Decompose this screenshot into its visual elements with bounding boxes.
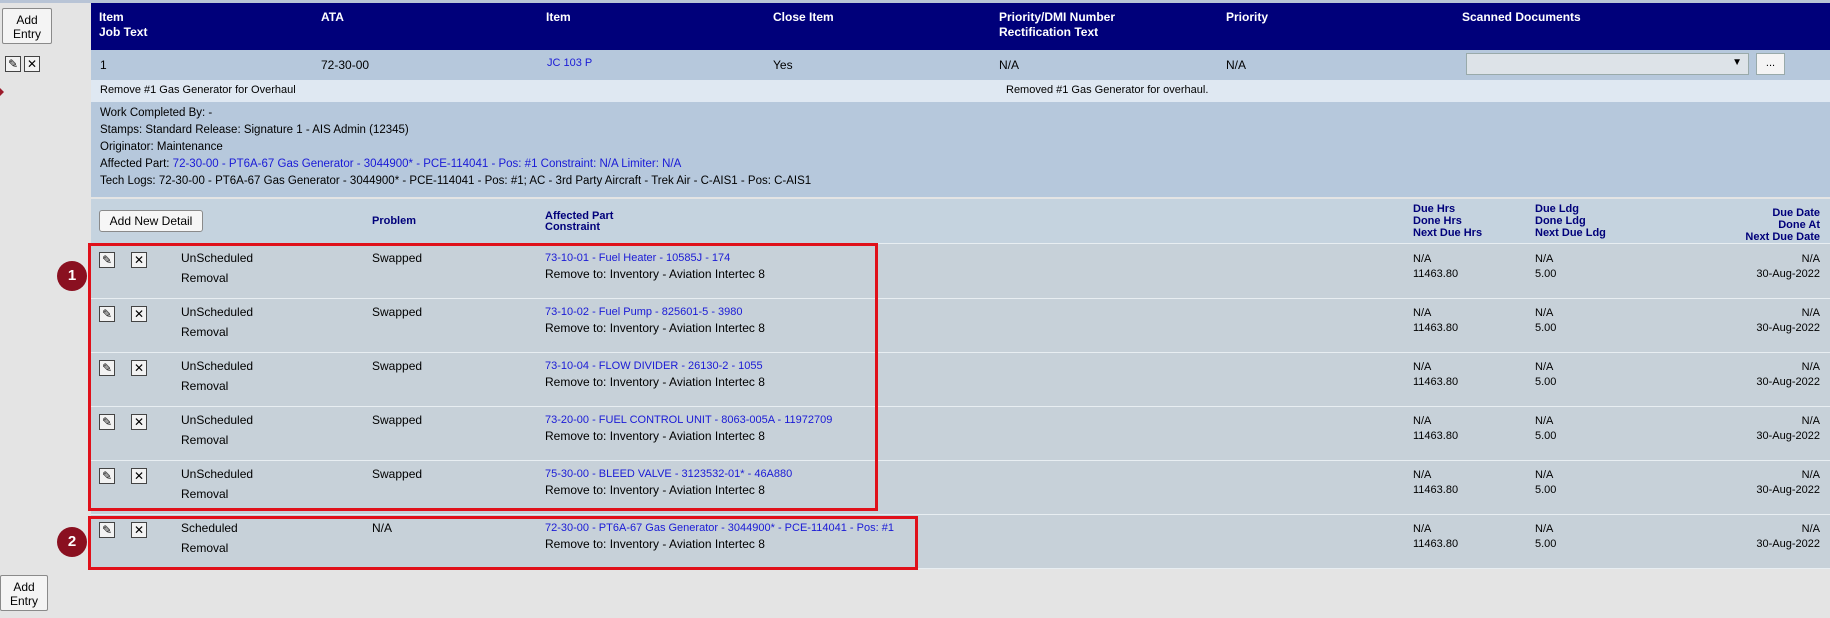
detail-header-done-at: Done At: [1778, 219, 1820, 231]
detail-due-date: N/A: [1801, 523, 1820, 535]
detail-due-date: N/A: [1801, 307, 1820, 319]
detail-due-hrs: N/A: [1413, 523, 1432, 535]
detail-done-hrs: 11463.80: [1413, 484, 1459, 496]
detail-due-date: N/A: [1801, 253, 1820, 265]
scanned-documents-select[interactable]: ▼: [1466, 53, 1749, 75]
item-close-item: Yes: [773, 58, 793, 72]
detail-header-done-hrs: Done Hrs: [1413, 215, 1462, 227]
item-priority-dmi: N/A: [999, 58, 1020, 72]
detail-due-ldg: N/A: [1535, 307, 1554, 319]
job-text: Remove #1 Gas Generator for Overhaul: [100, 84, 296, 96]
detail-due-hrs: N/A: [1413, 415, 1432, 427]
add-entry-button-top[interactable]: Add Entry: [2, 8, 52, 44]
detail-done-hrs: 11463.80: [1413, 430, 1459, 442]
detail-done-ldg: 5.00: [1535, 538, 1557, 550]
header-job-text: Job Text: [99, 25, 148, 39]
detail-due-ldg: N/A: [1535, 469, 1554, 481]
detail-header-due-ldg: Due Ldg: [1535, 203, 1579, 215]
more-button[interactable]: ...: [1756, 53, 1785, 75]
item-priority: N/A: [1226, 58, 1247, 72]
header-rectification: Rectification Text: [999, 25, 1099, 39]
detail-done-hrs: 11463.80: [1413, 376, 1459, 388]
stamps: Stamps: Standard Release: Signature 1 - …: [100, 124, 409, 136]
annotation-badge-1: 1: [57, 261, 87, 291]
detail-done-ldg: 5.00: [1535, 430, 1557, 442]
header-close-item: Close Item: [773, 10, 834, 24]
detail-due-ldg: N/A: [1535, 361, 1554, 373]
detail-due-ldg: N/A: [1535, 253, 1554, 265]
header-scanned-docs: Scanned Documents: [1462, 10, 1581, 24]
work-completed: Work Completed By: -: [100, 107, 213, 119]
detail-due-ldg: N/A: [1535, 415, 1554, 427]
detail-due-date: N/A: [1801, 361, 1820, 373]
add-entry-button-bottom[interactable]: Add Entry: [0, 575, 48, 611]
detail-header-next-due-hrs: Next Due Hrs: [1413, 227, 1483, 239]
highlight-box-1: [88, 243, 878, 511]
detail-due-hrs: N/A: [1413, 253, 1432, 265]
detail-done-ldg: 5.00: [1535, 484, 1557, 496]
table-header: Item Job Text ATA Item Close Item Priori…: [91, 3, 1830, 50]
detail-header-due-date: Due Date: [1772, 207, 1820, 219]
detail-header: Add New Detail Problem Affected Part Con…: [91, 199, 1830, 244]
highlight-box-2: [88, 516, 918, 570]
detail-due-hrs: N/A: [1413, 469, 1432, 481]
detail-due-ldg: N/A: [1535, 523, 1554, 535]
affected-part-link[interactable]: 72-30-00 - PT6A-67 Gas Generator - 30449…: [173, 158, 682, 170]
detail-done-at: 30-Aug-2022: [1756, 376, 1820, 388]
affected-part: Affected Part: 72-30-00 - PT6A-67 Gas Ge…: [100, 156, 681, 173]
annotation-badge-2: 2: [57, 527, 87, 557]
chevron-down-icon: ▼: [1732, 57, 1742, 68]
originator: Originator: Maintenance: [100, 141, 223, 153]
detail-done-at: 30-Aug-2022: [1756, 430, 1820, 442]
edit-icon[interactable]: ✎: [5, 56, 21, 72]
detail-done-hrs: 11463.80: [1413, 322, 1459, 334]
detail-due-hrs: N/A: [1413, 361, 1432, 373]
detail-header-constraint: Constraint: [545, 221, 600, 233]
close-icon[interactable]: ✕: [24, 56, 40, 72]
tech-logs: Tech Logs: 72-30-00 - PT6A-67 Gas Genera…: [100, 175, 812, 187]
item-number: 1: [100, 58, 107, 72]
detail-header-next-due-date: Next Due Date: [1745, 231, 1820, 243]
detail-done-at: 30-Aug-2022: [1756, 322, 1820, 334]
add-new-detail-button[interactable]: Add New Detail: [99, 210, 203, 232]
detail-header-problem: Problem: [372, 215, 417, 227]
left-column: [0, 3, 91, 618]
rectification-text: Removed #1 Gas Generator for overhaul.: [1006, 84, 1209, 96]
job-text-row: Remove #1 Gas Generator for Overhaul Rem…: [91, 80, 1830, 102]
detail-done-ldg: 5.00: [1535, 322, 1557, 334]
item-ata: 72-30-00: [321, 58, 370, 72]
detail-due-date: N/A: [1801, 469, 1820, 481]
affected-part-label: Affected Part:: [100, 158, 170, 170]
detail-done-ldg: 5.00: [1535, 268, 1557, 280]
detail-done-hrs: 11463.80: [1413, 268, 1459, 280]
detail-header-done-ldg: Done Ldg: [1535, 215, 1586, 227]
detail-done-at: 30-Aug-2022: [1756, 484, 1820, 496]
header-ata: ATA: [321, 10, 344, 24]
detail-header-next-due-ldg: Next Due Ldg: [1535, 227, 1606, 239]
header-priority: Priority: [1226, 10, 1269, 24]
detail-done-hrs: 11463.80: [1413, 538, 1459, 550]
detail-done-ldg: 5.00: [1535, 376, 1557, 388]
detail-header-due-hrs: Due Hrs: [1413, 203, 1456, 215]
detail-done-at: 30-Aug-2022: [1756, 268, 1820, 280]
detail-due-hrs: N/A: [1413, 307, 1432, 319]
detail-due-date: N/A: [1801, 415, 1820, 427]
item-link[interactable]: JC 103 P: [547, 57, 592, 69]
detail-done-at: 30-Aug-2022: [1756, 538, 1820, 550]
item-info-block: Work Completed By: - Stamps: Standard Re…: [91, 102, 1830, 197]
header-item2: Item: [546, 10, 571, 24]
